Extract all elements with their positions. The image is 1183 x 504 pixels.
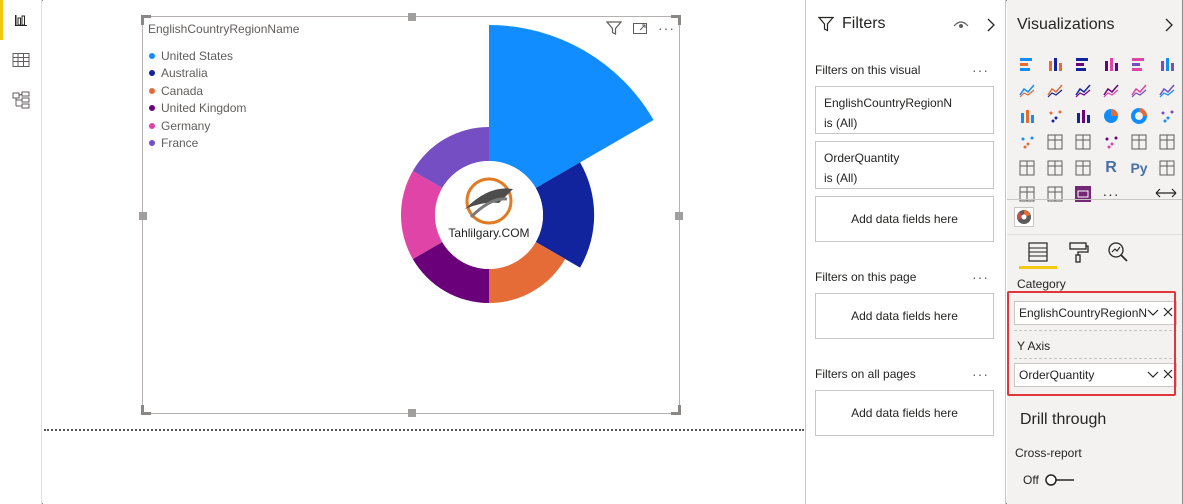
- category-well-label: Category: [1017, 277, 1066, 291]
- visualizations-pane: Visualizations R Py ··· Category English…: [1007, 0, 1182, 504]
- matrix-icon[interactable]: [1069, 155, 1097, 181]
- stacked-area-icon[interactable]: [1069, 77, 1097, 103]
- field-wells-highlight: [1007, 291, 1176, 396]
- map-icon[interactable]: [1013, 129, 1041, 155]
- ribbon-chart-icon[interactable]: [1153, 77, 1181, 103]
- visual-type-gallery: R Py ···: [1013, 51, 1181, 207]
- line-column-icon[interactable]: [1097, 77, 1125, 103]
- donut-chart-icon[interactable]: [1125, 103, 1153, 129]
- 100-column-icon[interactable]: [1153, 51, 1181, 77]
- clustered-column-icon[interactable]: [1097, 51, 1125, 77]
- filter-field-name: OrderQuantity: [824, 151, 900, 165]
- filled-map-icon[interactable]: [1041, 129, 1069, 155]
- fields-tab-icon[interactable]: [1027, 241, 1049, 263]
- power-apps-icon[interactable]: [1069, 181, 1097, 207]
- collapse-filters-icon[interactable]: [986, 18, 996, 32]
- report-view-icon: [15, 15, 27, 26]
- filters-pane: Filters Filters on this visual ··· Engli…: [805, 0, 1006, 504]
- pie-chart-icon[interactable]: [1097, 103, 1125, 129]
- model-view-button[interactable]: [0, 80, 42, 120]
- filter-condition: is (All): [824, 171, 858, 185]
- data-view-button[interactable]: [0, 40, 42, 80]
- format-paint-roller-icon[interactable]: [1067, 241, 1089, 263]
- kpi-icon[interactable]: [1153, 129, 1181, 155]
- stacked-column-icon[interactable]: [1041, 51, 1069, 77]
- visual-filters-more-icon[interactable]: ···: [972, 62, 989, 78]
- drill-through-title: Drill through: [1020, 411, 1107, 428]
- filter-pane-icon: [818, 16, 834, 32]
- 100-bar-icon[interactable]: [1125, 51, 1153, 77]
- toggle-state-label: Off: [1023, 473, 1039, 487]
- clustered-bar-icon[interactable]: [1069, 51, 1097, 77]
- filter-condition: is (All): [824, 116, 858, 130]
- add-all-pages-filter-drop[interactable]: Add data fields here: [815, 390, 994, 436]
- table-icon[interactable]: [1041, 155, 1069, 181]
- python-visual-icon[interactable]: Py: [1125, 155, 1153, 181]
- all-pages-filters-more-icon[interactable]: ···: [972, 366, 989, 382]
- rose-center-disc: [435, 161, 543, 269]
- rose-slice-united-states[interactable]: [489, 25, 654, 188]
- r-visual-icon[interactable]: R: [1097, 155, 1125, 181]
- page-filters-more-icon[interactable]: ···: [972, 269, 989, 285]
- filters-on-all-pages-label: Filters on all pages: [815, 367, 916, 381]
- treemap-icon[interactable]: [1153, 103, 1181, 129]
- line-clustered-icon[interactable]: [1125, 77, 1153, 103]
- filter-card-country[interactable]: EnglishCountryRegionN is (All): [815, 86, 994, 134]
- py-glyph: Py: [1130, 160, 1148, 176]
- collapse-visualizations-icon[interactable]: [1164, 18, 1174, 32]
- r-glyph: R: [1105, 159, 1117, 176]
- waterfall-icon[interactable]: [1013, 103, 1041, 129]
- qa-icon[interactable]: [1013, 181, 1041, 207]
- rose-chart-icon: [1017, 210, 1031, 224]
- visualizations-title: Visualizations: [1017, 16, 1115, 33]
- more-visuals-icon[interactable]: ···: [1097, 181, 1125, 207]
- cross-report-toggle[interactable]: [1045, 473, 1075, 487]
- cross-report-toggle-row: Off: [1023, 473, 1075, 487]
- filters-on-visual-label: Filters on this visual: [815, 63, 921, 77]
- slicer-icon[interactable]: [1013, 155, 1041, 181]
- scatter-icon[interactable]: [1069, 103, 1097, 129]
- data-view-icon: [12, 53, 30, 67]
- key-influencers-icon[interactable]: [1153, 155, 1181, 181]
- funnel-icon[interactable]: [1041, 103, 1069, 129]
- gauge-icon[interactable]: [1069, 129, 1097, 155]
- area-chart-icon[interactable]: [1041, 77, 1069, 103]
- filter-field-name: EnglishCountryRegionN: [824, 96, 953, 110]
- active-tab-indicator: [1019, 266, 1057, 269]
- line-chart-icon[interactable]: [1013, 77, 1041, 103]
- model-view-icon: [12, 91, 30, 109]
- card-icon[interactable]: [1097, 129, 1125, 155]
- report-view-button[interactable]: [0, 0, 42, 40]
- add-visual-filter-drop[interactable]: Add data fields here: [815, 196, 994, 242]
- filter-card-orderquantity[interactable]: OrderQuantity is (All): [815, 141, 994, 189]
- logo-text: Tahlilgary.COM: [448, 226, 529, 240]
- rose-chart: Tahlilgary.COM: [401, 25, 654, 303]
- arcgis-icon[interactable]: [1041, 181, 1069, 207]
- eye-icon[interactable]: [953, 18, 969, 30]
- analytics-magnifier-icon[interactable]: [1107, 241, 1129, 263]
- stacked-bar-icon[interactable]: [1013, 51, 1041, 77]
- filters-title: Filters: [842, 15, 886, 32]
- view-switcher-rail: [0, 0, 42, 504]
- gallery-divider: [1007, 199, 1182, 200]
- rose-chart-visual[interactable]: EnglishCountryRegionName United States Au…: [139, 13, 683, 417]
- custom-rose-visual-button[interactable]: [1014, 207, 1034, 227]
- add-page-filter-drop[interactable]: Add data fields here: [815, 293, 994, 339]
- cross-report-label: Cross-report: [1015, 446, 1082, 460]
- multi-row-card-icon[interactable]: [1125, 129, 1153, 155]
- resize-arrows-icon[interactable]: [1155, 187, 1177, 199]
- filters-on-page-label: Filters on this page: [815, 270, 917, 284]
- page-boundary-line: [44, 429, 804, 431]
